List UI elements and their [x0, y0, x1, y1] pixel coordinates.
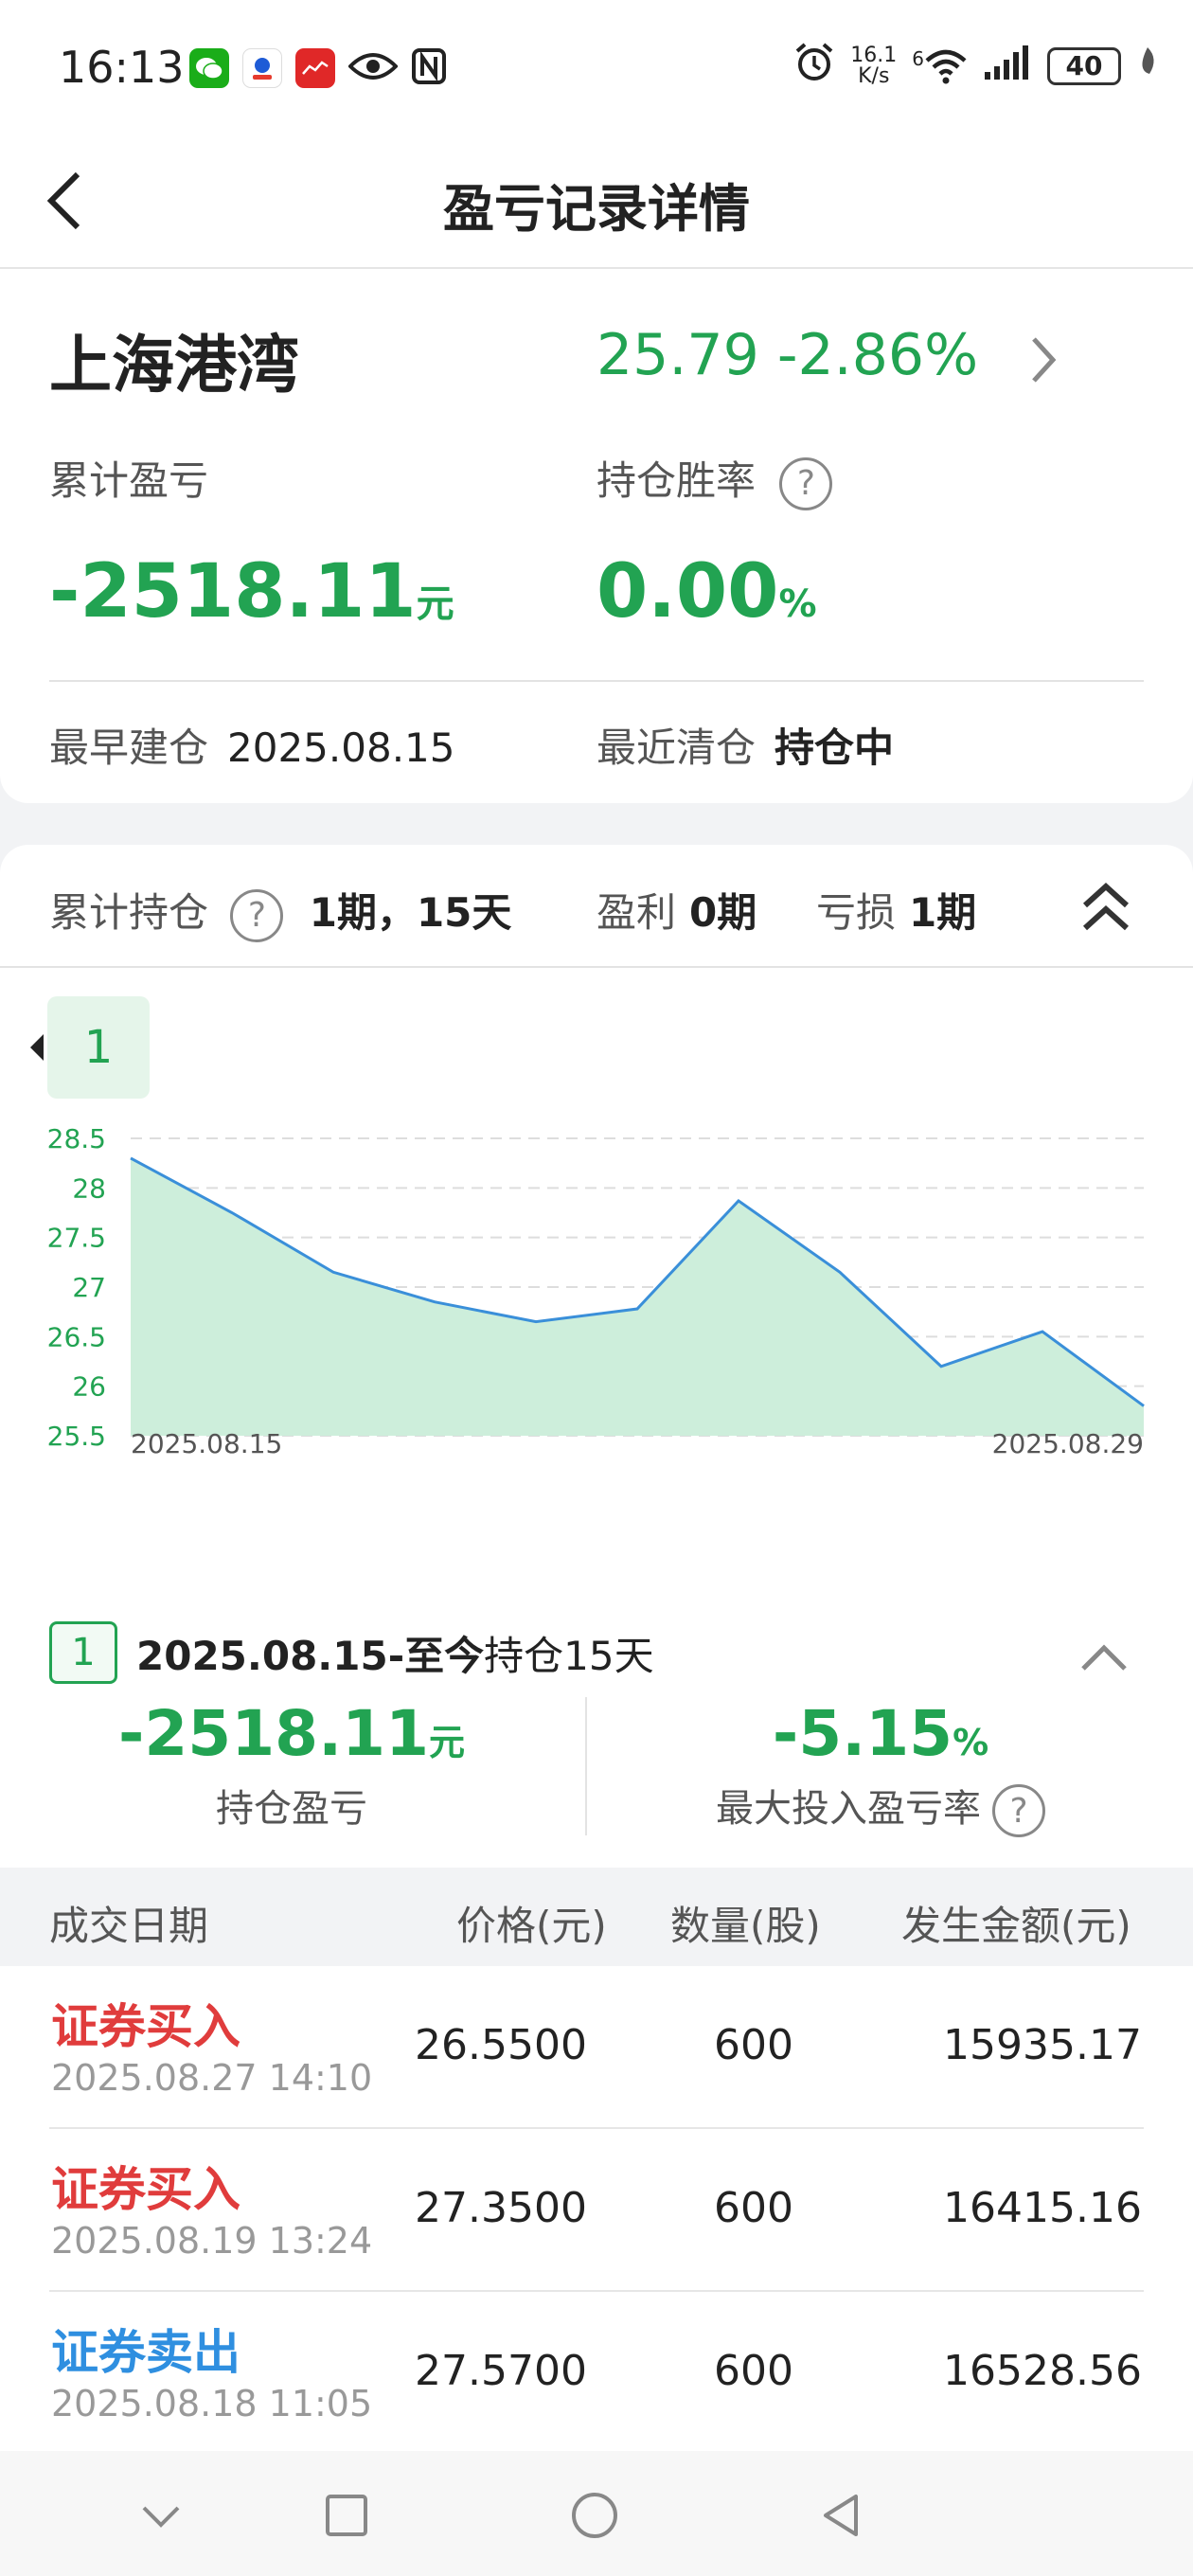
- help-icon[interactable]: ?: [779, 456, 833, 510]
- chevron-right-icon[interactable]: [1023, 331, 1060, 388]
- period-range: 2025.08.15-至今: [136, 1632, 485, 1679]
- chevron-down-icon[interactable]: [134, 2489, 187, 2542]
- trade-type: 证券买入: [51, 1999, 240, 2054]
- stock-name: 上海港湾: [49, 329, 299, 402]
- table-row[interactable]: 证券买入 2025.08.19 13:24 27.3500 600 16415.…: [0, 2129, 1193, 2292]
- max-rate-label-wrap: 最大投入盈亏率?: [606, 1778, 1155, 1837]
- recent-close: 最近清仓 持仓中: [596, 724, 895, 771]
- max-rate: -5.15% 最大投入盈亏率?: [606, 1697, 1155, 1837]
- wechat-icon: [189, 48, 229, 88]
- network-speed: 16.1 K/s: [850, 43, 898, 88]
- alarm-icon: [793, 42, 835, 90]
- cum-pnl-label: 累计盈亏: [49, 457, 209, 504]
- stock-quote[interactable]: 25.79 -2.86%: [596, 322, 978, 388]
- signal-icon: [983, 44, 1032, 88]
- period-hold-days: 持仓15天: [484, 1632, 654, 1679]
- status-bar: 16:13 16.1 K/s 6 40: [0, 0, 1193, 133]
- earliest-open: 最早建仓 2025.08.15: [49, 724, 455, 771]
- table-row[interactable]: 证券卖出 2025.08.18 11:05 27.5700 600 16528.…: [0, 2292, 1193, 2455]
- trade-time: 2025.08.18 11:05: [51, 2383, 373, 2424]
- trade-qty: 600: [714, 2184, 793, 2232]
- back-triangle-icon[interactable]: [816, 2489, 869, 2542]
- help-icon[interactable]: ?: [992, 1784, 1045, 1837]
- col-date: 成交日期: [49, 1903, 209, 1949]
- recents-icon[interactable]: [320, 2489, 373, 2542]
- nfc-icon: [411, 47, 447, 89]
- y-tick-label: 26.5: [47, 1321, 106, 1352]
- status-time: 16:13: [59, 42, 185, 93]
- help-icon[interactable]: ?: [230, 888, 284, 942]
- period-pnl-label: 持仓盈亏: [216, 1787, 367, 1831]
- col-qty: 数量(股): [670, 1903, 821, 1949]
- holding-card: 累计持仓 ? 1期，15天 盈利 0期 亏损 1期 1 28.5 28 27.5 27 26…: [0, 845, 1193, 2576]
- holding-summary-bar: 累计持仓 ? 1期，15天 盈利 0期 亏损 1期: [0, 845, 1193, 968]
- col-amount: 发生金额(元): [901, 1903, 1131, 1949]
- divider: [49, 680, 1144, 682]
- battery-indicator: 40: [1047, 46, 1121, 85]
- trade-type: 证券买入: [51, 2162, 240, 2217]
- table-row[interactable]: 证券买入 2025.08.27 14:10 26.5500 600 15935.…: [0, 1966, 1193, 2129]
- period-pnl: -2518.11元 持仓盈亏: [17, 1697, 566, 1833]
- period-index-badge: 1: [49, 1621, 117, 1684]
- trade-type: 证券卖出: [51, 2325, 240, 2380]
- trade-qty: 600: [714, 2021, 793, 2069]
- trade-price: 26.5500: [415, 2021, 587, 2069]
- trade-amount: 16415.16: [943, 2184, 1142, 2232]
- trade-price: 27.5700: [415, 2347, 587, 2395]
- profit-periods: 盈利 0期: [596, 889, 757, 936]
- finance-app-icon: [242, 48, 282, 88]
- y-tick-label: 26: [72, 1371, 106, 1403]
- y-tick-label: 27.5: [47, 1223, 106, 1254]
- cum-holding: 累计持仓 ? 1期，15天: [49, 881, 511, 942]
- max-rate-value: -5.15%: [772, 1697, 989, 1770]
- period-marker: [30, 1034, 44, 1061]
- chart-area: [131, 1157, 1144, 1436]
- trade-price: 27.3500: [415, 2184, 587, 2232]
- loss-periods: 亏损 1期: [816, 889, 977, 936]
- summary-card: 上海港湾 25.79 -2.86% 累计盈亏 持仓胜率 ? -2518.11元 …: [0, 269, 1193, 803]
- chevron-up-icon[interactable]: [1077, 1638, 1131, 1676]
- nav-bar: 盈亏记录详情: [0, 133, 1193, 269]
- cum-pnl-value: -2518.11元: [49, 549, 454, 635]
- period-tab-1[interactable]: 1: [47, 996, 150, 1099]
- x-start-label: 2025.08.15: [131, 1428, 282, 1459]
- leaf-icon: [1136, 45, 1159, 86]
- trade-amount: 16528.56: [943, 2347, 1142, 2395]
- table-header: 成交日期 价格(元) 数量(股) 发生金额(元): [0, 1868, 1193, 1966]
- y-tick-label: 28: [72, 1172, 106, 1204]
- double-chevron-up-icon[interactable]: [1079, 881, 1132, 934]
- winrate-label-wrap: 持仓胜率 ?: [596, 449, 833, 510]
- divider: [585, 1697, 587, 1835]
- status-right: 16.1 K/s 6 40: [793, 42, 1159, 90]
- trade-amount: 15935.17: [943, 2021, 1142, 2069]
- winrate-value: 0.00%: [596, 549, 817, 635]
- col-price: 价格(元): [456, 1903, 607, 1949]
- x-end-label: 2025.08.29: [992, 1428, 1144, 1459]
- period-pnl-value: -2518.11元: [117, 1697, 466, 1770]
- period-header: 1 2025.08.15-至今 持仓15天: [49, 1621, 654, 1684]
- wifi-indicator: 6: [912, 47, 968, 85]
- system-nav-bar: [0, 2451, 1193, 2576]
- trade-time: 2025.08.27 14:10: [51, 2057, 373, 2099]
- home-icon[interactable]: [568, 2489, 621, 2542]
- page-title: 盈亏记录详情: [443, 179, 750, 239]
- wifi-icon: [925, 49, 967, 83]
- price-chart: 28.5 28 27.5 27 26.5 26 25.5 2025.08.15 2025.0…: [47, 1123, 1145, 1459]
- trade-qty: 600: [714, 2347, 793, 2395]
- stock-app-icon: [295, 48, 335, 88]
- winrate-label: 持仓胜率: [596, 457, 757, 504]
- y-tick-label: 28.5: [47, 1123, 106, 1154]
- trade-time: 2025.08.19 13:24: [51, 2220, 373, 2262]
- y-tick-label: 27: [72, 1272, 106, 1303]
- status-app-icons: [189, 47, 447, 89]
- eye-icon: [347, 49, 399, 87]
- y-tick-label: 25.5: [47, 1421, 106, 1452]
